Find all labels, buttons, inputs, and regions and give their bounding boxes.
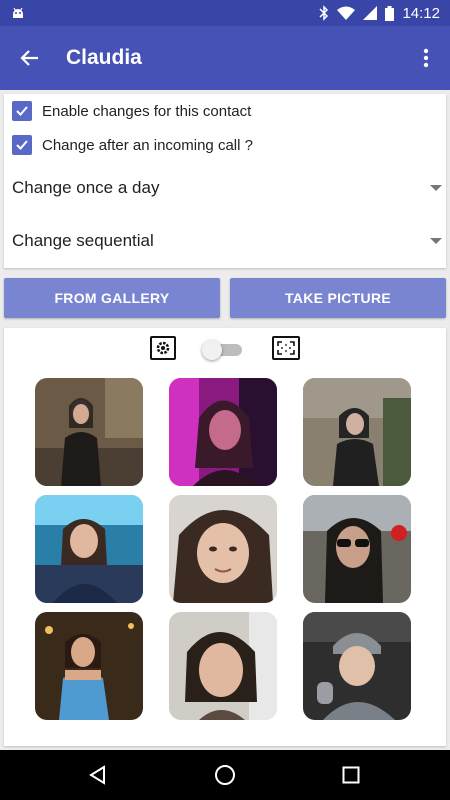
portrait-photo [303, 378, 411, 486]
change-after-call-row[interactable]: Change after an incoming call ? [12, 132, 253, 158]
contact-photo-1[interactable] [35, 378, 143, 486]
portrait-photo [303, 612, 411, 720]
enable-changes-row[interactable]: Enable changes for this contact [12, 98, 251, 124]
cell-signal-icon [363, 6, 378, 20]
nav-back-button[interactable] [68, 750, 128, 800]
change-after-call-label: Change after an incoming call ? [42, 136, 253, 154]
gallery-toolbar [4, 336, 446, 362]
order-selected: Change sequential [12, 231, 154, 250]
order-dropdown[interactable]: Change sequential [12, 223, 444, 259]
back-button[interactable] [0, 26, 60, 90]
contact-photo-5[interactable] [169, 495, 277, 603]
from-gallery-button[interactable]: FROM GALLERY [4, 278, 220, 318]
more-vert-icon [423, 48, 429, 68]
contact-photo-2[interactable] [169, 378, 277, 486]
contact-photo-7[interactable] [35, 612, 143, 720]
frequency-selected: Change once a day [12, 178, 160, 197]
portrait-photo [169, 612, 277, 720]
triangle-back-icon [89, 765, 105, 785]
clock: 14:12 [402, 4, 440, 22]
overflow-menu-button[interactable] [402, 26, 450, 90]
nav-home-button[interactable] [195, 750, 255, 800]
status-bar: 14:12 [0, 0, 450, 26]
toggle-thumb [202, 340, 222, 360]
checkmark-icon [16, 106, 28, 116]
circle-home-icon [215, 765, 235, 785]
android-notification-icon [13, 7, 23, 18]
contact-photo-6[interactable] [303, 495, 411, 603]
wifi-icon [337, 6, 356, 20]
checkmark-icon [16, 140, 28, 150]
dropdown-arrow-icon [430, 185, 442, 191]
gear-icon [156, 341, 170, 355]
settings-gear-button[interactable] [150, 336, 176, 360]
arrow-back-icon [20, 50, 38, 66]
take-picture-button[interactable]: TAKE PICTURE [230, 278, 446, 318]
portrait-photo [303, 495, 411, 603]
contact-settings-card: Enable changes for this contact Change a… [4, 94, 446, 268]
photo-gallery-card [4, 328, 446, 746]
bluetooth-icon [319, 5, 329, 21]
frequency-dropdown[interactable]: Change once a day [12, 170, 444, 206]
app-bar: Claudia [0, 26, 450, 90]
portrait-photo [35, 495, 143, 603]
portrait-photo [35, 378, 143, 486]
enable-changes-checkbox[interactable] [12, 101, 32, 121]
contact-photo-8[interactable] [169, 612, 277, 720]
fullscreen-icon [277, 341, 295, 355]
contact-photo-3[interactable] [303, 378, 411, 486]
portrait-photo [35, 612, 143, 720]
fullscreen-button[interactable] [272, 336, 300, 360]
contact-photo-4[interactable] [35, 495, 143, 603]
contact-photo-9[interactable] [303, 612, 411, 720]
portrait-photo [169, 495, 277, 603]
square-recents-icon [342, 766, 360, 784]
nav-recents-button[interactable] [321, 750, 381, 800]
portrait-photo [169, 378, 277, 486]
dropdown-arrow-icon [430, 238, 442, 244]
enable-changes-label: Enable changes for this contact [42, 102, 252, 120]
change-after-call-checkbox[interactable] [12, 135, 32, 155]
contact-name-title: Claudia [66, 46, 142, 69]
system-navigation-bar [0, 750, 450, 800]
gallery-toggle-switch[interactable] [202, 340, 244, 360]
battery-icon [385, 5, 395, 21]
